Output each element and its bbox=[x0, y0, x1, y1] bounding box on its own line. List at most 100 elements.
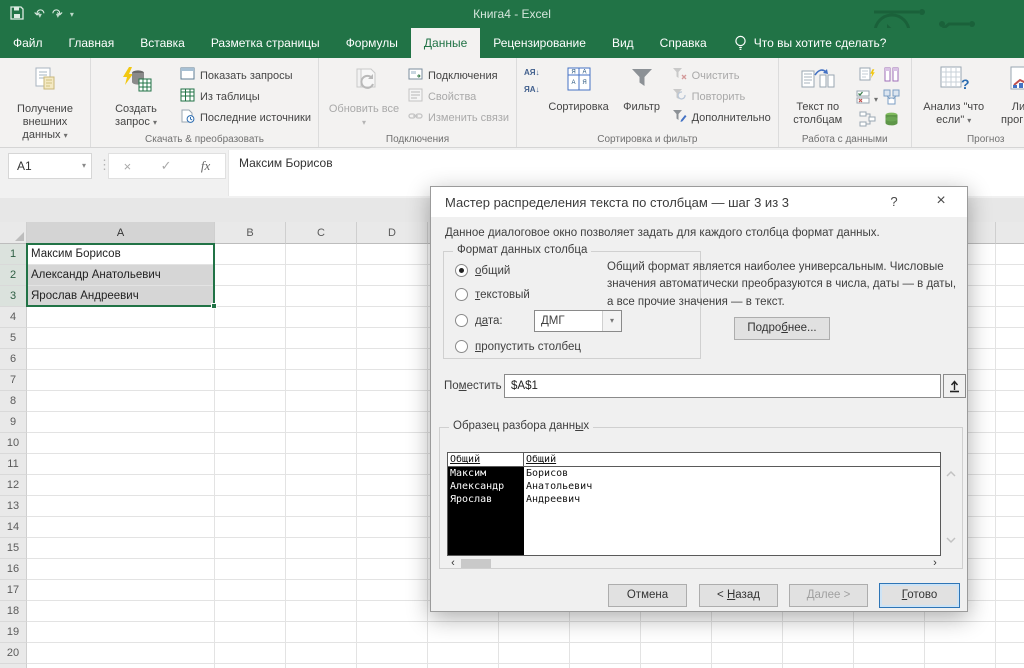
cell-D16[interactable] bbox=[357, 559, 428, 580]
cell-M9[interactable] bbox=[996, 412, 1024, 433]
row-header-15[interactable]: 15 bbox=[0, 538, 27, 559]
cell-C12[interactable] bbox=[286, 475, 357, 496]
flash-fill-icon[interactable] bbox=[859, 67, 876, 88]
column-header-D[interactable]: D bbox=[357, 222, 428, 244]
cell-J21[interactable] bbox=[783, 664, 854, 668]
cell-M15[interactable] bbox=[996, 538, 1024, 559]
cell-B12[interactable] bbox=[215, 475, 286, 496]
cell-D17[interactable] bbox=[357, 580, 428, 601]
cell-C13[interactable] bbox=[286, 496, 357, 517]
row-header-14[interactable]: 14 bbox=[0, 517, 27, 538]
cell-D8[interactable] bbox=[357, 391, 428, 412]
cell-I19[interactable] bbox=[712, 622, 783, 643]
cell-C16[interactable] bbox=[286, 559, 357, 580]
cell-B21[interactable] bbox=[215, 664, 286, 668]
cell-A18[interactable] bbox=[27, 601, 215, 622]
cell-D19[interactable] bbox=[357, 622, 428, 643]
cell-B13[interactable] bbox=[215, 496, 286, 517]
cell-B7[interactable] bbox=[215, 370, 286, 391]
scrollbar-thumb[interactable] bbox=[461, 559, 491, 568]
preview-col-1[interactable]: МаксимАлександрЯрослав bbox=[448, 467, 524, 555]
cell-B11[interactable] bbox=[215, 454, 286, 475]
consolidate-icon[interactable] bbox=[883, 89, 900, 110]
text-to-columns-button[interactable]: Текст по столбцам bbox=[786, 62, 850, 131]
cell-A13[interactable] bbox=[27, 496, 215, 517]
sort-button[interactable]: ЯААЯ Сортировка bbox=[546, 62, 612, 131]
cell-J20[interactable] bbox=[783, 643, 854, 664]
cell-K20[interactable] bbox=[854, 643, 925, 664]
what-if-button[interactable]: ? Анализ "что если" ▾ bbox=[919, 62, 989, 131]
row-header-17[interactable]: 17 bbox=[0, 580, 27, 601]
cell-A1[interactable]: Максим Борисов bbox=[27, 244, 215, 265]
filter-button[interactable]: Фильтр bbox=[618, 62, 666, 131]
select-all-corner[interactable] bbox=[0, 222, 27, 244]
tell-me-box[interactable]: Что вы хотите сделать? bbox=[734, 28, 887, 58]
cell-H20[interactable] bbox=[641, 643, 712, 664]
radio-text-icon[interactable] bbox=[455, 288, 468, 301]
combobox-dropdown-icon[interactable]: ▾ bbox=[602, 311, 621, 331]
cell-K19[interactable] bbox=[854, 622, 925, 643]
cell-C5[interactable] bbox=[286, 328, 357, 349]
row-header-8[interactable]: 8 bbox=[0, 391, 27, 412]
cell-A6[interactable] bbox=[27, 349, 215, 370]
cell-B19[interactable] bbox=[215, 622, 286, 643]
remove-duplicates-icon[interactable] bbox=[883, 67, 900, 88]
tab-Разметка страницы[interactable]: Разметка страницы bbox=[198, 28, 333, 58]
cell-A10[interactable] bbox=[27, 433, 215, 454]
cell-A7[interactable] bbox=[27, 370, 215, 391]
forecast-sheet-button[interactable]: Лист прогноза bbox=[995, 62, 1024, 131]
data-model-icon[interactable] bbox=[883, 111, 900, 132]
cell-M16[interactable] bbox=[996, 559, 1024, 580]
cell-D14[interactable] bbox=[357, 517, 428, 538]
date-format-combobox[interactable]: ДМГ ▾ bbox=[534, 310, 622, 332]
cell-B15[interactable] bbox=[215, 538, 286, 559]
advanced-filter-button[interactable]: Дополнительно bbox=[672, 109, 771, 126]
radio-date[interactable]: дата: ДМГ ▾ bbox=[455, 314, 503, 327]
collapse-dialog-button[interactable] bbox=[943, 374, 966, 398]
new-query-button[interactable]: Создать запрос ▾ bbox=[98, 62, 174, 131]
cell-I21[interactable] bbox=[712, 664, 783, 668]
cell-B9[interactable] bbox=[215, 412, 286, 433]
row-header-18[interactable]: 18 bbox=[0, 601, 27, 622]
tab-Файл[interactable]: Файл bbox=[0, 28, 56, 58]
cell-E21[interactable] bbox=[428, 664, 499, 668]
tab-Формулы[interactable]: Формулы bbox=[333, 28, 411, 58]
cell-M13[interactable] bbox=[996, 496, 1024, 517]
sort-za-button[interactable]: ЯА↓ bbox=[524, 85, 540, 94]
cell-M18[interactable] bbox=[996, 601, 1024, 622]
cell-M2[interactable] bbox=[996, 265, 1024, 286]
radio-date-icon[interactable] bbox=[455, 314, 468, 327]
scroll-right-icon[interactable]: › bbox=[929, 557, 941, 569]
insert-function-icon[interactable]: fx bbox=[201, 158, 210, 174]
cell-M21[interactable] bbox=[996, 664, 1024, 668]
radio-text[interactable]: текстовый bbox=[455, 288, 530, 301]
cell-D11[interactable] bbox=[357, 454, 428, 475]
cell-B2[interactable] bbox=[215, 265, 286, 286]
row-header-4[interactable]: 4 bbox=[0, 307, 27, 328]
cell-M10[interactable] bbox=[996, 433, 1024, 454]
cell-C20[interactable] bbox=[286, 643, 357, 664]
cell-B6[interactable] bbox=[215, 349, 286, 370]
preview-column-1-header[interactable]: Общий bbox=[448, 453, 524, 466]
cell-L20[interactable] bbox=[925, 643, 996, 664]
column-header-M[interactable]: M bbox=[996, 222, 1024, 244]
cell-A20[interactable] bbox=[27, 643, 215, 664]
radio-skip[interactable]: пропустить столбец bbox=[455, 340, 581, 353]
cell-C3[interactable] bbox=[286, 286, 357, 307]
dialog-help-button[interactable]: ? bbox=[885, 194, 903, 209]
scroll-left-icon[interactable]: ‹ bbox=[447, 557, 459, 569]
column-header-A[interactable]: A bbox=[27, 222, 215, 244]
row-header-1[interactable]: 1 bbox=[0, 244, 27, 265]
cell-A12[interactable] bbox=[27, 475, 215, 496]
cell-A17[interactable] bbox=[27, 580, 215, 601]
preview-scroll-up-icon[interactable] bbox=[945, 470, 957, 478]
cell-A2[interactable]: Александр Анатольевич bbox=[27, 265, 215, 286]
cell-B14[interactable] bbox=[215, 517, 286, 538]
cell-A21[interactable] bbox=[27, 664, 215, 668]
cancel-button[interactable]: Отмена bbox=[608, 584, 687, 607]
name-box[interactable]: A1 ▾ bbox=[8, 153, 92, 179]
cell-D5[interactable] bbox=[357, 328, 428, 349]
cell-D18[interactable] bbox=[357, 601, 428, 622]
row-header-10[interactable]: 10 bbox=[0, 433, 27, 454]
preview-column-2-header[interactable]: Общий bbox=[524, 453, 556, 466]
